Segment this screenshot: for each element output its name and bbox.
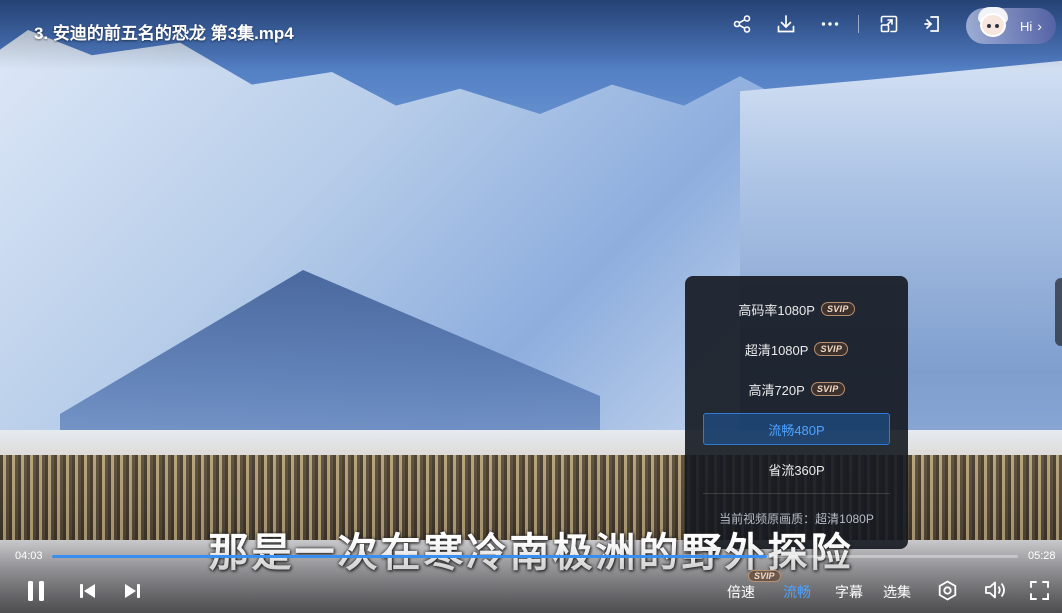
quality-option-label: 流畅480P [768, 422, 825, 438]
download-icon[interactable] [774, 12, 798, 36]
svip-badge: SVIP [820, 302, 855, 316]
next-icon[interactable] [122, 582, 142, 600]
video-title: 3. 安迪的前五名的恐龙 第3集.mp4 [34, 24, 294, 43]
quality-menu: 高码率1080P SVIP 超清1080P SVIP 高清720P SVIP 流… [685, 276, 908, 549]
total-time: 05:28 [1028, 550, 1056, 562]
quality-option-480p[interactable]: 流畅480P [703, 413, 890, 445]
previous-icon[interactable] [78, 582, 98, 600]
quality-option-360p[interactable]: 省流360P [703, 453, 890, 485]
volume-icon[interactable] [983, 579, 1007, 601]
svip-badge: SVIP [810, 382, 845, 396]
quality-button[interactable]: 流畅 [783, 582, 811, 602]
picture-in-picture-icon[interactable] [877, 12, 901, 36]
quality-option-label: 高清720P [748, 382, 805, 398]
progress-fill [52, 555, 767, 558]
exit-icon[interactable] [921, 12, 945, 36]
quality-option-1080p[interactable]: 超清1080P SVIP [703, 333, 890, 365]
quality-option-1080p-high-bitrate[interactable]: 高码率1080P SVIP [703, 293, 890, 325]
toolbar-divider [858, 15, 859, 33]
settings-icon[interactable] [936, 579, 958, 601]
quality-option-label: 高码率1080P [738, 302, 815, 318]
chevron-right-icon: › [1037, 18, 1042, 34]
assistant-label: Hi [1020, 18, 1033, 34]
quality-option-label: 超清1080P [744, 342, 809, 358]
speed-svip-badge: SVIP [748, 570, 781, 582]
bottom-gradient [0, 540, 1062, 613]
quality-option-label: 省流360P [768, 462, 825, 478]
pause-icon[interactable] [24, 579, 48, 603]
assistant-avatar [972, 5, 1012, 45]
fullscreen-icon[interactable] [1029, 580, 1049, 600]
top-toolbar [730, 12, 965, 36]
episodes-button[interactable]: 选集 [883, 582, 911, 602]
assistant-button[interactable]: Hi › [966, 5, 1056, 45]
side-panel-tab[interactable] [1055, 278, 1062, 346]
subtitle-button[interactable]: 字幕 [835, 582, 863, 602]
share-icon[interactable] [730, 12, 754, 36]
menu-divider [703, 493, 890, 494]
current-time: 04:03 [15, 550, 43, 562]
quality-option-720p[interactable]: 高清720P SVIP [703, 373, 890, 405]
progress-bar[interactable] [52, 555, 1018, 558]
speed-button[interactable]: 倍速 [727, 582, 755, 602]
more-icon[interactable] [818, 12, 842, 36]
svip-badge: SVIP [814, 342, 849, 356]
